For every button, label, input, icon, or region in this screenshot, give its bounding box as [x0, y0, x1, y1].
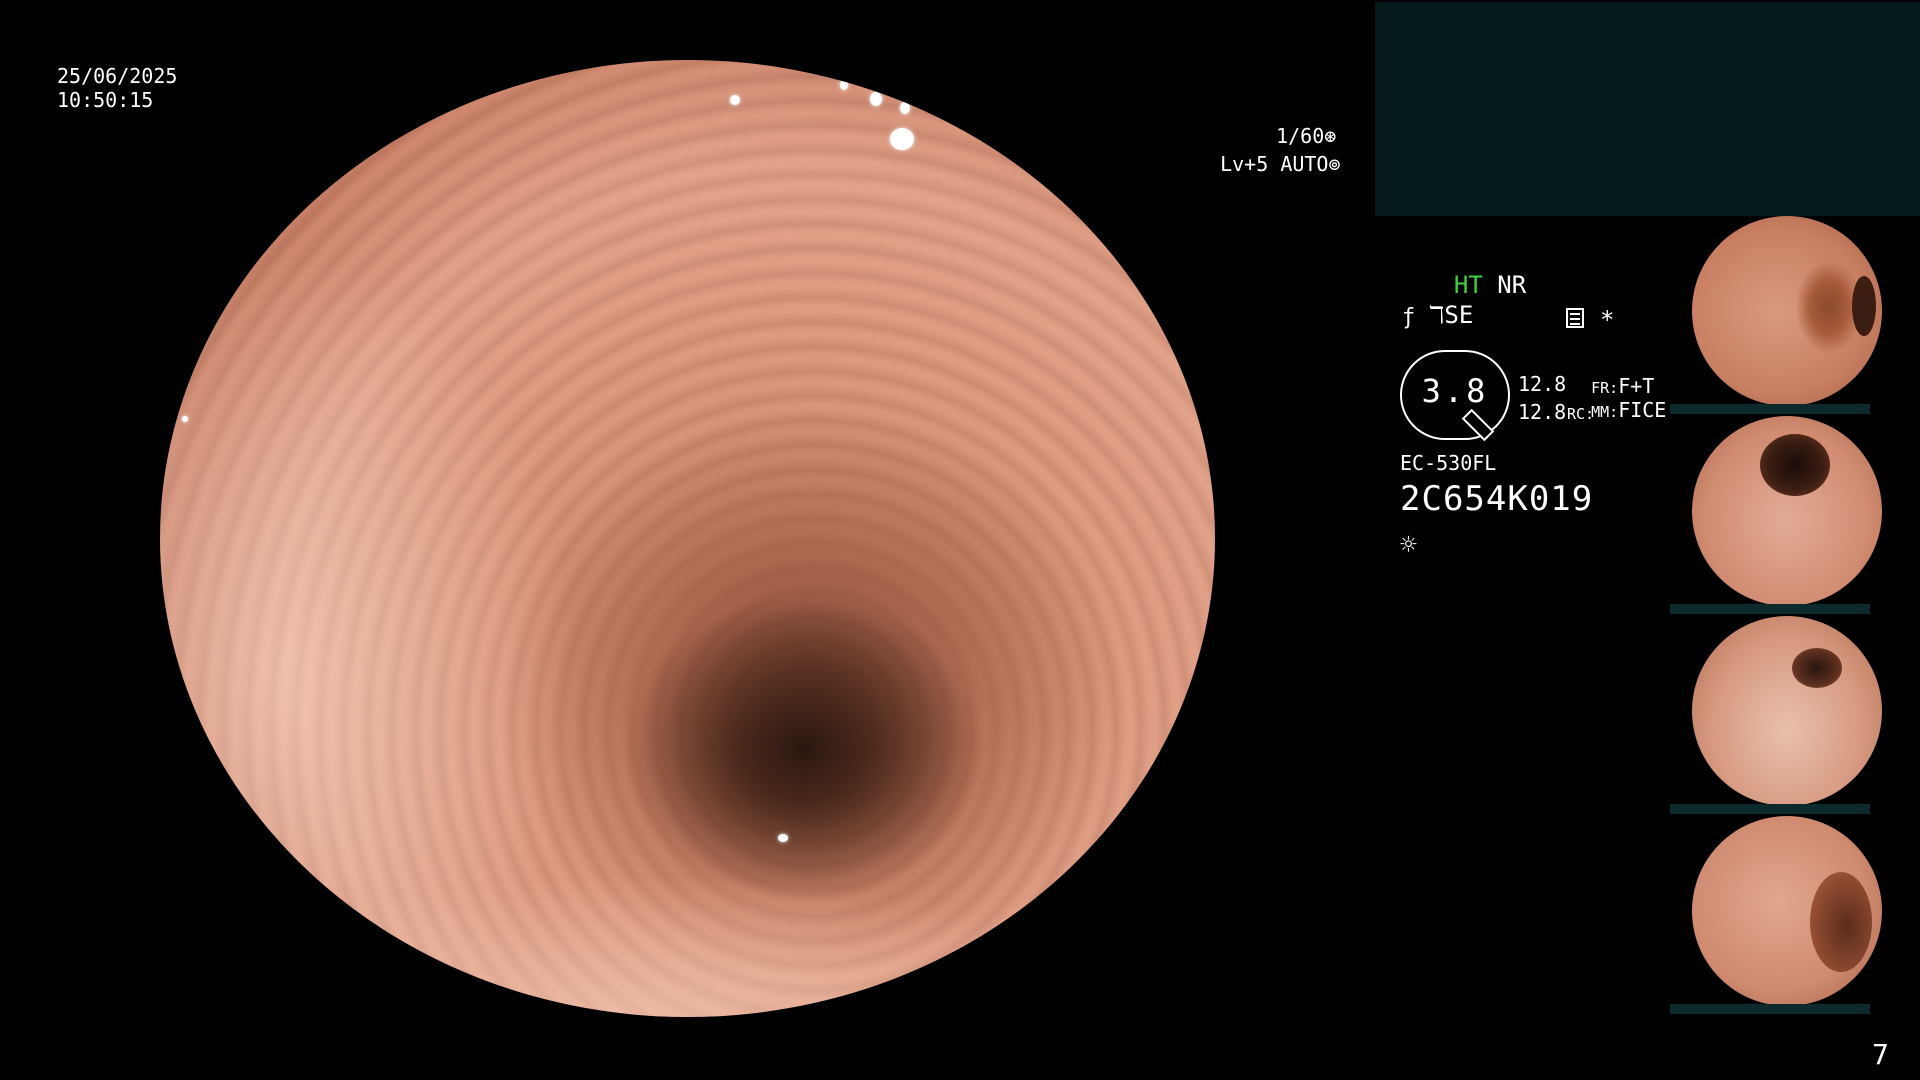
light-reflection [730, 95, 740, 105]
date-label: 25/06/2025 [57, 64, 178, 88]
light-reflection [870, 92, 882, 106]
thumbnail-bar [1670, 804, 1870, 814]
thumbnail-2[interactable] [1692, 416, 1882, 606]
thumbnail-3[interactable] [1692, 616, 1882, 806]
mm-label: MM: [1591, 403, 1619, 421]
param-value-top: 12.8 [1518, 372, 1567, 396]
light-reflection [840, 80, 848, 90]
f-icon: ƒ [1402, 305, 1416, 330]
thumbnail-bar [1670, 604, 1870, 614]
thumbnail-bar [1670, 1004, 1870, 1014]
thumbnail-4[interactable] [1692, 816, 1882, 1006]
se-mode: SE [1444, 301, 1474, 329]
scope-model: EC-530FL [1400, 451, 1497, 475]
mucosa-fold [160, 682, 1215, 1017]
time-label: 10:50:15 [57, 88, 154, 112]
thumbnail-lumen [1760, 434, 1830, 496]
iris-icon: ⊚ [1328, 152, 1341, 176]
light-reflection [778, 834, 788, 842]
light-reflection [182, 416, 188, 422]
zoom-value: 3.8 [1421, 372, 1489, 410]
thumbnail-lumen [1810, 872, 1872, 972]
rc-label: RC: [1567, 405, 1595, 423]
thumbnail-lumen [1792, 648, 1842, 688]
zoom-indicator-icon [1461, 408, 1495, 442]
scope-serial: 2C654K019 [1400, 479, 1594, 519]
thumbnail-bar [1670, 404, 1870, 414]
endoscope-main-view [160, 60, 1215, 1017]
info-panel-box [1375, 2, 1920, 216]
param-value-bottom: 12.8 [1518, 400, 1567, 424]
page-number: 7 [1872, 1038, 1889, 1071]
light-reflection [900, 102, 910, 114]
nr-mode: NR [1497, 271, 1527, 299]
thumbnail-lumen [1852, 276, 1876, 336]
zoom-badge: 3.8 [1400, 350, 1510, 442]
menu-icon [1566, 308, 1584, 328]
mm-value: FICE [1618, 398, 1667, 422]
exposure-setting: Lv+5 AUTO⊚ [1196, 128, 1341, 176]
se-icon: ℸ [1428, 301, 1445, 329]
light-reflection [890, 128, 914, 150]
exposure-mode: AUTO [1280, 152, 1329, 176]
light-icon: ☼ [1400, 528, 1417, 561]
exposure-level: Lv+5 [1220, 152, 1269, 176]
thumbnail-1[interactable] [1692, 216, 1882, 406]
asterisk-icon: * [1600, 306, 1615, 334]
